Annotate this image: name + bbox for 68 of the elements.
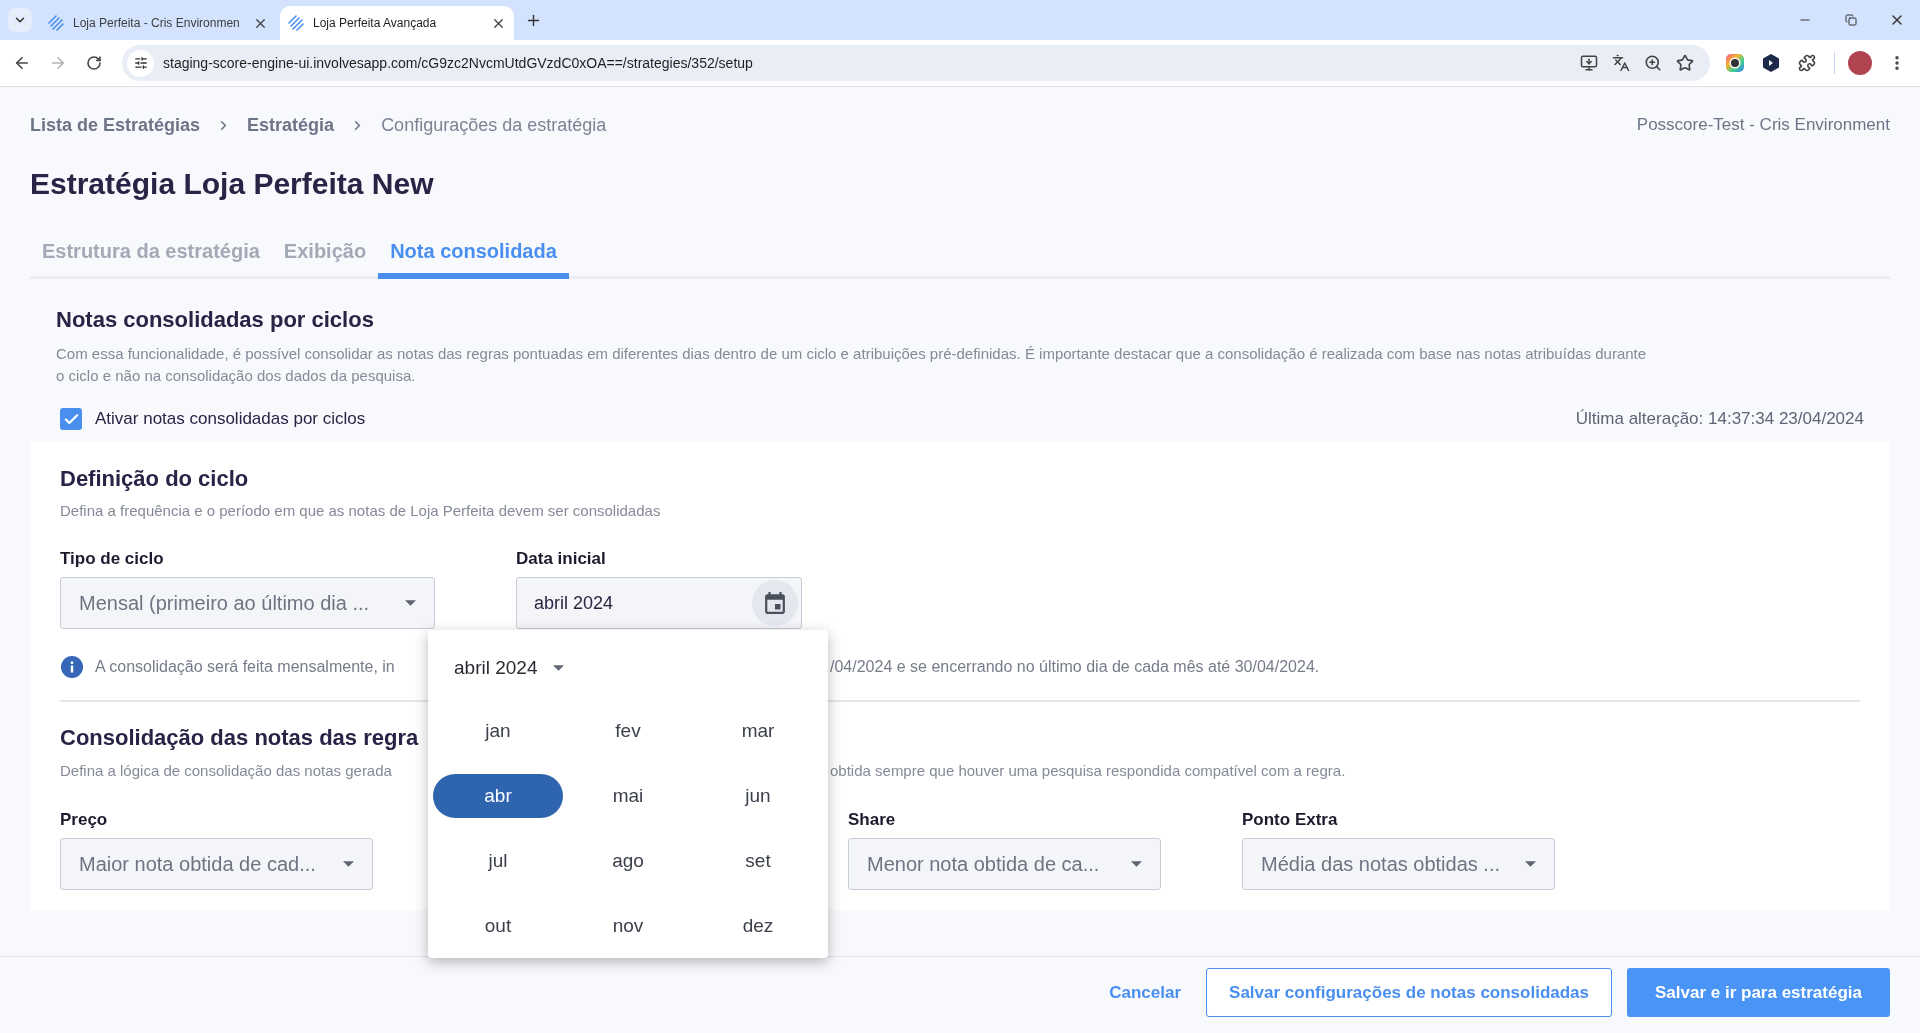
back-icon[interactable]	[13, 54, 31, 72]
checkbox-label: Ativar notas consolidadas por ciclos	[95, 408, 366, 431]
month-option[interactable]: mar	[693, 709, 823, 753]
page-title: Estratégia Loja Perfeita New	[30, 166, 434, 202]
translate-icon[interactable]	[1612, 54, 1630, 72]
select-field[interactable]: Média das notas obtidas ...	[1242, 838, 1555, 890]
rainbow-ring-icon[interactable]	[1726, 54, 1744, 72]
month-option[interactable]: mai	[563, 774, 693, 818]
card-heading: Consolidação das notas das regra	[60, 724, 419, 752]
card-heading: Definição do ciclo	[60, 465, 249, 493]
month-option[interactable]: abr	[433, 774, 563, 818]
last-modified-text: Última alteração: 14:37:34 23/04/2024	[1575, 408, 1864, 431]
date-field[interactable]: abril 2024	[516, 577, 802, 629]
month-option[interactable]: out	[433, 904, 563, 948]
checkbox[interactable]	[60, 408, 82, 430]
info-icon	[61, 656, 83, 678]
caret-icon	[1131, 861, 1142, 867]
month-option[interactable]: jun	[693, 774, 823, 818]
select-field[interactable]: Menor nota obtida de ca...	[848, 838, 1161, 890]
hexagon-icon[interactable]	[1763, 54, 1779, 72]
zoom-icon[interactable]	[1644, 54, 1662, 72]
environment-name: Posscore-Test - Cris Environment	[1636, 114, 1890, 137]
caret-icon	[553, 665, 565, 671]
month-option[interactable]: ago	[563, 839, 693, 883]
address-bar[interactable]: staging-score-engine-ui.involvesapp.com/cG9zc2NvcmUtdGVzdC0xOA==/strategies/352/setup	[122, 45, 1710, 81]
month-option[interactable]: jan	[433, 709, 563, 753]
card-description: Defina a frequência e o período em que as notas de Loja Perfeita devem ser consolidadas	[60, 501, 661, 521]
field-label: Preço	[60, 809, 108, 831]
month-option[interactable]: nov	[563, 904, 693, 948]
field-label: Share	[848, 809, 896, 831]
breadcrumb-current: Configurações da estratégia	[381, 113, 607, 137]
select-field[interactable]: Maior nota obtida de cad...	[60, 838, 373, 890]
striped-logo-icon	[288, 15, 304, 31]
section-description: Com essa funcionalidade, é possível consolidar as notas das regras pontuadas em diferentes dias dentro de um ciclo e atribuições pré-definidas. É importante destacar que a consolidação é realizada com base nas notas atribuídas durante o ciclo e não na consolidação dos dados da pesquisa.	[56, 344, 1648, 386]
calendar-button[interactable]	[752, 580, 798, 626]
browser-tab[interactable]: Loja Perfeita - Cris Environmen	[40, 6, 276, 40]
field-label: Tipo de ciclo	[60, 548, 164, 570]
breadcrumb-link[interactable]: Lista de Estratégias	[30, 111, 201, 139]
card-description: obtida sempre que houver uma pesquisa respondida compatível com a regra.	[830, 761, 1346, 781]
caret-icon	[405, 600, 416, 606]
month-option[interactable]: dez	[693, 904, 823, 948]
striped-logo-icon	[48, 15, 64, 31]
field-label: Ponto Extra	[1242, 809, 1338, 831]
info-text: A consolidação será feita mensalmente, in	[95, 657, 395, 677]
reload-icon[interactable]	[86, 55, 102, 71]
year-select-button[interactable]: abril 2024	[454, 654, 565, 682]
caret-icon	[1525, 861, 1536, 867]
url-text: staging-score-engine-ui.involvesapp.com/cG9zc2NvcmUtdGVzdC0xOA==/strategies/352/setup	[163, 53, 753, 73]
puzzle-icon[interactable]	[1798, 54, 1816, 72]
site-info-button[interactable]	[127, 49, 154, 77]
info-text: /04/2024 e se encerrando no último dia de cada mês até 30/04/2024.	[830, 657, 1320, 677]
month-option[interactable]: fev	[563, 709, 693, 753]
browser-tab[interactable]: Loja Perfeita Avançada	[280, 6, 514, 40]
select-field[interactable]: Mensal (primeiro ao último dia ...	[60, 577, 435, 629]
month-option[interactable]: set	[693, 839, 823, 883]
star-icon[interactable]	[1676, 54, 1694, 72]
install-icon[interactable]	[1580, 54, 1598, 72]
month-option[interactable]: jul	[433, 839, 563, 883]
calendar-icon	[765, 592, 785, 614]
breadcrumb-link[interactable]: Estratégia	[247, 111, 335, 139]
card-description: Defina a lógica de consolidação das notas gerada	[60, 762, 392, 779]
avatar-icon[interactable]	[1848, 51, 1872, 75]
tune-icon	[133, 56, 148, 70]
restore-icon[interactable]	[1845, 14, 1857, 26]
field-label: Data inicial	[516, 548, 606, 570]
tab-list-button[interactable]	[8, 8, 32, 32]
section-heading: Notas consolidadas por ciclos	[56, 306, 374, 334]
caret-icon	[343, 861, 354, 867]
